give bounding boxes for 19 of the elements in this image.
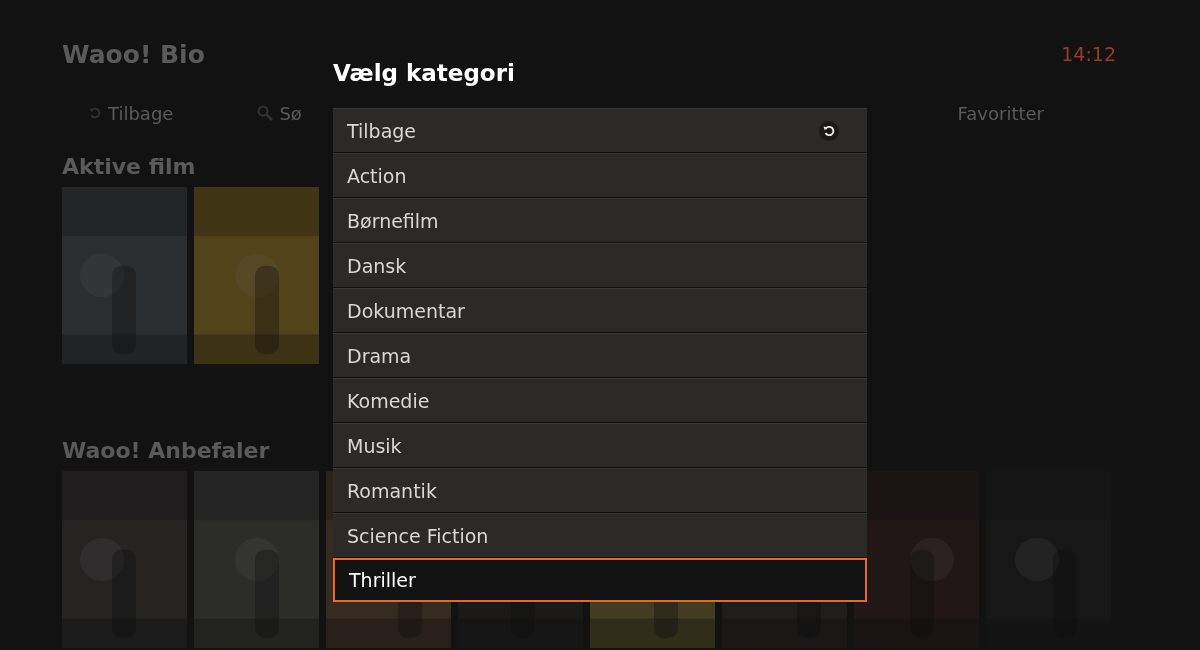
category-item[interactable]: Drama: [333, 333, 867, 377]
dialog-title: Vælg kategori: [333, 60, 516, 88]
search-icon: [257, 105, 274, 121]
section-title: Waoo! Anbefaler: [62, 438, 270, 463]
section-title: Aktive film: [62, 154, 196, 179]
category-item[interactable]: Musik: [333, 423, 867, 467]
category-item[interactable]: Tilbage: [333, 108, 867, 152]
app-title: Waoo! Bio: [62, 39, 205, 69]
category-item[interactable]: Dokumentar: [333, 288, 867, 332]
category-item[interactable]: Romantik: [333, 468, 867, 512]
back-icon: [88, 106, 102, 120]
category-item[interactable]: Science Fiction: [333, 513, 867, 557]
back-icon: [819, 120, 839, 141]
category-item[interactable]: Action: [333, 153, 867, 197]
category-item[interactable]: Thriller: [333, 558, 867, 602]
category-item[interactable]: Dansk: [333, 243, 867, 287]
category-item[interactable]: Komedie: [333, 378, 867, 422]
clock: 14:12: [1061, 43, 1116, 65]
category-item[interactable]: Børnefilm: [333, 198, 867, 242]
